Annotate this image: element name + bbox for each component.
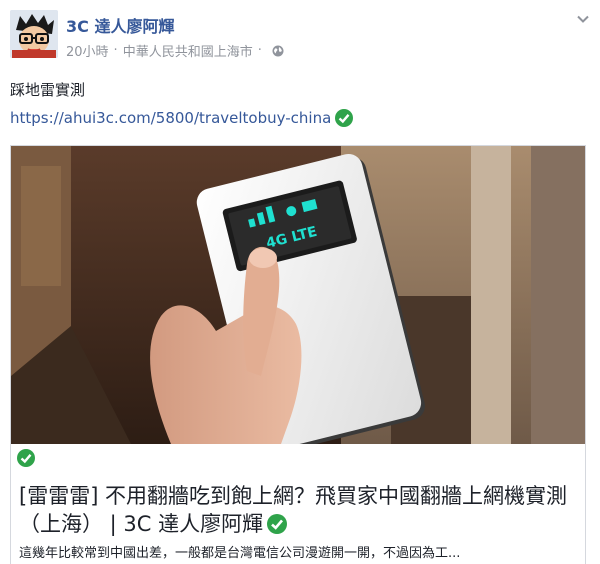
preview-image[interactable]: 4G LTE — [11, 146, 585, 444]
title-verified-check-icon — [267, 514, 288, 534]
preview-description: 這幾年比較常到中國出差，一般都是台灣電信公司漫遊開一開，不過因為工... — [19, 546, 461, 561]
post-link-text[interactable]: https://ahui3c.com/5800/traveltobuy-chin… — [10, 109, 331, 127]
avatar[interactable] — [10, 10, 58, 58]
post-link[interactable]: https://ahui3c.com/5800/traveltobuy-chin… — [10, 109, 354, 127]
hand-holding-wifi-device-photo: 4G LTE — [11, 146, 585, 444]
image-verified-check-icon — [17, 449, 35, 467]
globe-icon[interactable] — [272, 45, 284, 57]
chevron-down-icon[interactable] — [576, 12, 590, 26]
preview-title[interactable]: [雷雷雷] 不用翻牆吃到飽上網？飛買家中國翻牆上網機實測（上海） | 3C 達人… — [19, 482, 577, 538]
post-meta: 20小時 · 中華人民共和國上海市 · — [66, 41, 284, 60]
post-time[interactable]: 20小時 — [66, 41, 109, 60]
avatar-cartoon-icon — [10, 10, 58, 58]
meta-separator: · — [113, 43, 118, 58]
meta-separator-2: · — [257, 43, 262, 58]
link-preview-card[interactable]: 4G LTE [雷雷雷] 不用翻牆吃到飽上網？飛買家中國翻牆上網機實測（上海） … — [10, 145, 586, 564]
verified-check-icon — [335, 109, 354, 127]
post-text: 踩地雷實測 — [10, 81, 86, 99]
author-name[interactable]: 3C 達人廖阿輝 — [66, 13, 174, 37]
post-location[interactable]: 中華人民共和國上海市 — [123, 41, 253, 60]
preview-title-text[interactable]: [雷雷雷] 不用翻牆吃到飽上網？飛買家中國翻牆上網機實測（上海） | 3C 達人… — [19, 484, 567, 536]
